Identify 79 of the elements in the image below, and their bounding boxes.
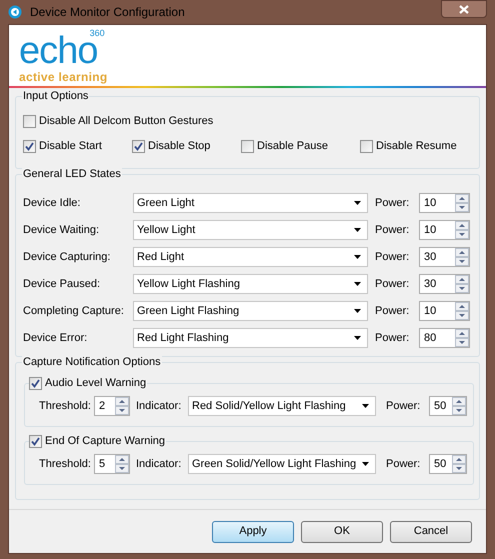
caret-icon — [354, 255, 361, 259]
caret-icon — [362, 462, 369, 466]
group-title: Capture Notification Options — [22, 355, 162, 369]
window-title: Device Monitor Configuration — [30, 4, 185, 21]
option-group-title: Audio Level Warning — [45, 376, 146, 391]
field-label: Power: — [375, 196, 410, 211]
field-label: Device Paused: — [23, 276, 102, 292]
field-label: Power: — [386, 456, 422, 472]
field-label: Completing Capture: — [23, 304, 125, 319]
field-label: Device Capturing: — [23, 250, 112, 265]
spin-arrows-icon — [115, 397, 129, 415]
caret-icon — [354, 282, 361, 286]
spin-box[interactable]: 50 — [429, 396, 467, 416]
spin-box[interactable]: 30 — [419, 247, 470, 267]
dropdown[interactable]: Red Light — [133, 247, 368, 267]
checkbox[interactable] — [132, 140, 145, 152]
spin-arrows-icon — [115, 455, 129, 473]
close-icon — [459, 4, 469, 14]
logo-tagline: active learning — [19, 71, 109, 83]
spin-box[interactable]: 10 — [419, 193, 470, 213]
dropdown[interactable]: Green Light — [133, 193, 368, 213]
field-label: Device Waiting: — [23, 222, 100, 238]
logo-superscript: 360 — [90, 28, 105, 38]
checkbox-label: Disable Start — [39, 138, 102, 154]
checkbox[interactable] — [29, 434, 42, 448]
field-label: Power: — [386, 398, 422, 414]
checkbox[interactable] — [23, 140, 36, 152]
spin-box[interactable]: 80 — [419, 328, 470, 348]
field-label: Indicator: — [136, 456, 182, 472]
checkbox[interactable] — [29, 376, 42, 390]
spin-arrows-icon — [455, 221, 469, 239]
dropdown[interactable]: Red Solid/Yellow Light Flashing — [188, 396, 376, 416]
field-label: Device Error: — [23, 330, 88, 346]
checkbox[interactable] — [241, 140, 254, 152]
group-title: Input Options — [22, 89, 90, 103]
spin-arrows-icon — [452, 397, 466, 415]
dialog-button[interactable]: Cancel — [390, 520, 472, 542]
checkbox[interactable] — [23, 114, 36, 128]
field-label: Power: — [375, 304, 410, 319]
spin-box[interactable]: 10 — [419, 301, 470, 321]
spin-arrows-icon — [455, 275, 469, 293]
caret-icon — [354, 309, 361, 313]
app-icon — [8, 5, 22, 19]
spin-arrows-icon — [455, 194, 469, 212]
checkbox[interactable] — [360, 140, 373, 152]
field-label: Threshold: — [39, 456, 92, 472]
dropdown[interactable]: Green Light Flashing — [133, 301, 368, 321]
checkbox-label: Disable Pause — [257, 138, 328, 154]
checkbox-label: Disable Resume — [376, 138, 457, 154]
dropdown[interactable]: Red Light Flashing — [133, 328, 368, 348]
option-group-title: End Of Capture Warning — [45, 434, 166, 449]
spin-box[interactable]: 30 — [419, 274, 470, 294]
field-label: Threshold: — [39, 398, 92, 414]
field-label: Power: — [375, 222, 410, 238]
caret-icon — [354, 336, 361, 340]
dropdown[interactable]: Yellow Light — [133, 220, 368, 240]
spin-box[interactable]: 10 — [419, 220, 470, 240]
spin-box[interactable]: 5 — [94, 454, 130, 474]
field-label: Device Idle: — [23, 196, 82, 211]
field-label: Indicator: — [136, 398, 182, 414]
dialog-button[interactable]: Apply — [212, 520, 294, 542]
checkbox-label: Disable Stop — [148, 138, 210, 154]
spin-arrows-icon — [452, 455, 466, 473]
spin-arrows-icon — [455, 302, 469, 320]
field-label: Power: — [375, 276, 410, 292]
spin-box[interactable]: 2 — [94, 396, 130, 416]
dropdown[interactable]: Green Solid/Yellow Light Flashing — [188, 454, 376, 474]
caret-icon — [354, 228, 361, 232]
checkbox-label: Disable All Delcom Button Gestures — [39, 114, 214, 129]
close-button[interactable] — [441, 0, 487, 18]
spin-box[interactable]: 50 — [429, 454, 467, 474]
dialog-button[interactable]: OK — [301, 520, 383, 542]
field-label: Power: — [375, 250, 410, 265]
spin-arrows-icon — [455, 248, 469, 266]
caret-icon — [362, 404, 369, 408]
dropdown[interactable]: Yellow Light Flashing — [133, 274, 368, 294]
spin-arrows-icon — [455, 329, 469, 347]
caret-icon — [354, 201, 361, 205]
field-label: Power: — [375, 330, 410, 346]
